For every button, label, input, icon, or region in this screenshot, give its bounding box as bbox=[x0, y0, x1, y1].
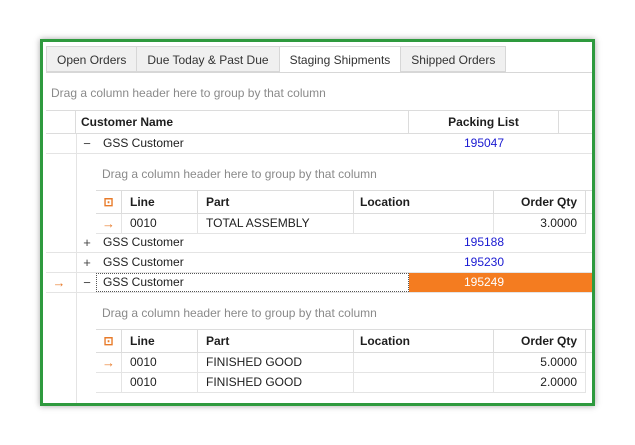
order-qty-cell: 2.0000 bbox=[494, 373, 586, 392]
selected-filler-cell bbox=[559, 273, 592, 292]
detail-row[interactable]: → 0010 FINISHED GOOD 5.0000 bbox=[96, 353, 586, 373]
column-chooser-icon[interactable]: ⊡ bbox=[96, 330, 122, 352]
packing-list-link[interactable]: 195230 bbox=[409, 253, 559, 272]
detail-row[interactable]: 0010 FINISHED GOOD 2.0000 bbox=[96, 373, 586, 393]
tab-shipped-orders[interactable]: Shipped Orders bbox=[401, 46, 507, 72]
row-indicator-cell bbox=[96, 373, 122, 392]
group-panel[interactable]: Drag a column header here to group by th… bbox=[51, 86, 326, 100]
grid-header: Customer Name Packing List bbox=[46, 110, 592, 134]
part-cell: FINISHED GOOD bbox=[198, 373, 354, 392]
detail-group-panel[interactable]: Drag a column header here to group by th… bbox=[102, 167, 377, 181]
collapse-icon[interactable]: − bbox=[80, 134, 94, 153]
column-header-part[interactable]: Part bbox=[198, 330, 354, 352]
packing-list-link[interactable]: 195188 bbox=[409, 233, 559, 252]
arrow-right-icon: → bbox=[96, 214, 122, 233]
column-header-location[interactable]: Location bbox=[354, 330, 494, 352]
detail-group-panel[interactable]: Drag a column header here to group by th… bbox=[102, 306, 377, 320]
tab-bar: Open Orders Due Today & Past Due Staging… bbox=[46, 46, 507, 73]
arrow-right-icon: → bbox=[96, 353, 122, 372]
detail-grid: Drag a column header here to group by th… bbox=[96, 294, 592, 403]
group-row-selected[interactable]: → − GSS Customer 195249 bbox=[46, 273, 592, 293]
line-cell: 0010 bbox=[122, 353, 198, 372]
header-indicator-cell bbox=[46, 111, 76, 133]
order-qty-cell: 5.0000 bbox=[494, 353, 586, 372]
column-header-location[interactable]: Location bbox=[354, 191, 494, 213]
line-cell: 0010 bbox=[122, 373, 198, 392]
tree-guide-line bbox=[76, 134, 77, 403]
customer-name-cell: GSS Customer bbox=[103, 136, 184, 150]
column-chooser-icon[interactable]: ⊡ bbox=[96, 191, 122, 213]
column-header-order-qty[interactable]: Order Qty bbox=[494, 191, 586, 213]
column-header-part[interactable]: Part bbox=[198, 191, 354, 213]
column-header-packing-list[interactable]: Packing List bbox=[409, 111, 559, 133]
detail-header: ⊡ Line Part Location Order Qty bbox=[96, 190, 592, 214]
detail-grid: Drag a column header here to group by th… bbox=[96, 155, 592, 234]
detail-header: ⊡ Line Part Location Order Qty bbox=[96, 329, 592, 353]
location-cell bbox=[354, 214, 494, 233]
column-header-order-qty[interactable]: Order Qty bbox=[494, 330, 586, 352]
part-cell: TOTAL ASSEMBLY bbox=[198, 214, 354, 233]
group-row[interactable]: + GSS Customer 195188 bbox=[46, 233, 592, 253]
location-cell bbox=[354, 373, 494, 392]
collapse-icon[interactable]: − bbox=[80, 273, 94, 292]
group-row[interactable]: − GSS Customer 195047 bbox=[46, 134, 592, 154]
packing-list-link[interactable]: 195047 bbox=[409, 134, 559, 153]
tab-due-today[interactable]: Due Today & Past Due bbox=[137, 46, 280, 72]
tab-staging-shipments[interactable]: Staging Shipments bbox=[279, 46, 402, 73]
arrow-right-icon: → bbox=[52, 275, 66, 290]
customer-name-cell: GSS Customer bbox=[103, 235, 184, 249]
packing-list-link[interactable]: 195249 bbox=[409, 273, 559, 292]
location-cell bbox=[354, 353, 494, 372]
line-cell: 0010 bbox=[122, 214, 198, 233]
app-window: Open Orders Due Today & Past Due Staging… bbox=[40, 39, 595, 406]
part-cell: FINISHED GOOD bbox=[198, 353, 354, 372]
tab-open-orders[interactable]: Open Orders bbox=[46, 46, 138, 72]
expand-icon[interactable]: + bbox=[80, 233, 94, 252]
detail-row[interactable]: → 0010 TOTAL ASSEMBLY 3.0000 bbox=[96, 214, 586, 234]
customer-name-cell: GSS Customer bbox=[103, 255, 184, 269]
order-qty-cell: 3.0000 bbox=[494, 214, 586, 233]
expand-icon[interactable]: + bbox=[80, 253, 94, 272]
tab-divider bbox=[46, 72, 592, 73]
customer-name-cell: GSS Customer bbox=[103, 275, 184, 289]
column-header-line[interactable]: Line bbox=[122, 330, 198, 352]
column-header-line[interactable]: Line bbox=[122, 191, 198, 213]
column-header-customer-name[interactable]: Customer Name bbox=[79, 111, 409, 133]
group-row[interactable]: + GSS Customer 195230 bbox=[46, 253, 592, 273]
